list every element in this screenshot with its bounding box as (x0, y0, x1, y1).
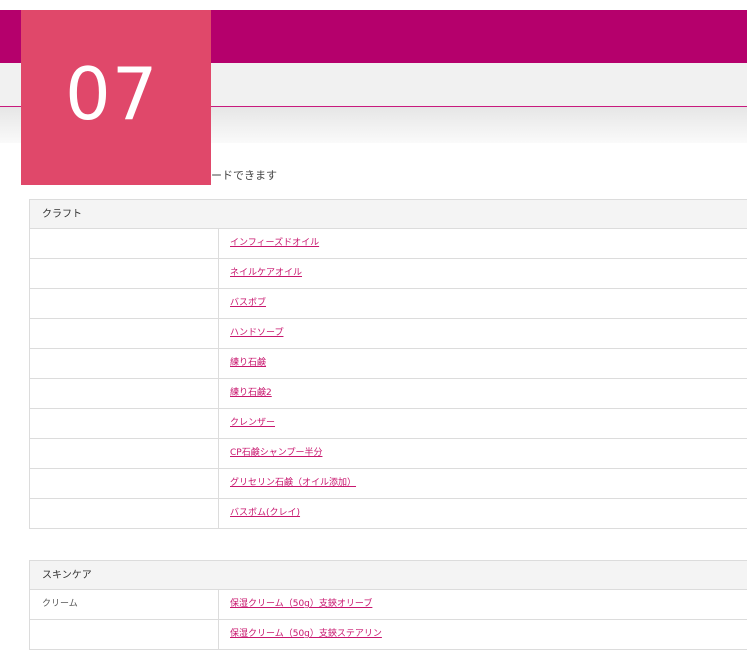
table-row: ハンドソープ (29, 319, 747, 349)
download-caption: ードできます (211, 169, 277, 182)
recipe-link[interactable]: 練り石鹸 (230, 358, 266, 368)
table-row: バスボブ (29, 289, 747, 319)
row-label (30, 319, 219, 348)
recipe-link[interactable]: インフィーズドオイル (230, 238, 319, 248)
section-header: クラフト (29, 199, 747, 229)
row-label (30, 349, 219, 378)
row-label (30, 259, 219, 288)
table-row: クリーム 保湿クリーム（50g）支鋏オリーブ (29, 590, 747, 620)
recipe-link[interactable]: 保湿クリーム（50g）支鋏ステアリン (230, 629, 382, 639)
table-row: バスボム(クレイ) (29, 499, 747, 529)
step-number: 07 (65, 52, 159, 136)
row-label (30, 469, 219, 498)
table-row: インフィーズドオイル (29, 229, 747, 259)
section-header: スキンケア (29, 560, 747, 590)
recipe-link[interactable]: ネイルケアオイル (230, 268, 302, 278)
recipe-link[interactable]: バスボブ (230, 298, 266, 308)
recipe-link[interactable]: 保湿クリーム（50g）支鋏オリーブ (230, 599, 372, 609)
row-label (30, 439, 219, 468)
recipe-link[interactable]: クレンザー (230, 418, 275, 428)
row-label (30, 620, 219, 649)
recipe-link[interactable]: ハンドソープ (230, 328, 283, 338)
recipe-link[interactable]: バスボム(クレイ) (230, 508, 300, 518)
section-craft: クラフト インフィーズドオイル ネイルケアオイル バスボブ ハンドソープ 練り石… (29, 199, 747, 529)
table-row: ネイルケアオイル (29, 259, 747, 289)
step-number-badge: 07 (21, 10, 211, 185)
row-label (30, 379, 219, 408)
recipe-link[interactable]: グリセリン石鹸（オイル添加） (230, 478, 356, 488)
table-row: グリセリン石鹸（オイル添加） (29, 469, 747, 499)
table-row: 練り石鹸 (29, 349, 747, 379)
recipe-link[interactable]: CP石鹸シャンプー半分 (230, 448, 322, 458)
table-row: 練り石鹸2 (29, 379, 747, 409)
row-label (30, 409, 219, 438)
table-row: クレンザー (29, 409, 747, 439)
row-label: クリーム (30, 590, 219, 619)
row-label (30, 229, 219, 258)
table-row: CP石鹸シャンプー半分 (29, 439, 747, 469)
recipe-link[interactable]: 練り石鹸2 (230, 388, 272, 398)
table-row: 保湿クリーム（50g）支鋏ステアリン (29, 620, 747, 650)
row-label (30, 289, 219, 318)
row-label (30, 499, 219, 528)
section-skincare: スキンケア クリーム 保湿クリーム（50g）支鋏オリーブ 保湿クリーム（50g）支… (29, 560, 747, 650)
